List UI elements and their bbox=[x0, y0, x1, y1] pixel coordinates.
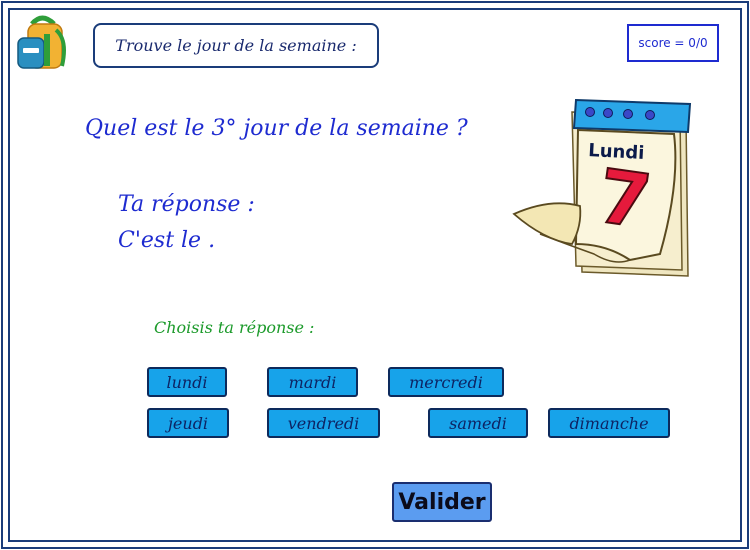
validate-label: Valider bbox=[398, 489, 486, 515]
page-title: Trouve le jour de la semaine : bbox=[115, 36, 357, 55]
day-button-dimanche[interactable]: dimanche bbox=[548, 408, 670, 438]
score-box: score = 0/0 bbox=[627, 24, 719, 62]
day-button-label: samedi bbox=[449, 413, 507, 433]
day-button-jeudi[interactable]: jeudi bbox=[147, 408, 229, 438]
day-button-mardi[interactable]: mardi bbox=[267, 367, 358, 397]
day-button-label: mardi bbox=[288, 372, 337, 392]
choose-prompt: Choisis ta réponse : bbox=[154, 318, 315, 337]
day-button-mercredi[interactable]: mercredi bbox=[388, 367, 504, 397]
backpack-icon bbox=[17, 15, 66, 69]
day-button-label: vendredi bbox=[287, 413, 360, 433]
day-button-vendredi[interactable]: vendredi bbox=[267, 408, 380, 438]
day-button-lundi[interactable]: lundi bbox=[147, 367, 227, 397]
answer-label: Ta réponse : bbox=[118, 192, 255, 217]
calendar-icon: Lundi 7 bbox=[512, 98, 692, 277]
day-button-label: lundi bbox=[166, 372, 208, 392]
day-button-label: mercredi bbox=[409, 372, 483, 392]
validate-button[interactable]: Valider bbox=[392, 482, 492, 522]
score-label: score = 0/0 bbox=[638, 36, 708, 50]
answer-value: C'est le . bbox=[118, 228, 216, 253]
day-button-samedi[interactable]: samedi bbox=[428, 408, 528, 438]
day-button-label: dimanche bbox=[569, 413, 649, 433]
question-text: Quel est le 3° jour de la semaine ? bbox=[85, 116, 468, 141]
day-button-label: jeudi bbox=[167, 413, 209, 433]
title-box: Trouve le jour de la semaine : bbox=[93, 23, 379, 68]
